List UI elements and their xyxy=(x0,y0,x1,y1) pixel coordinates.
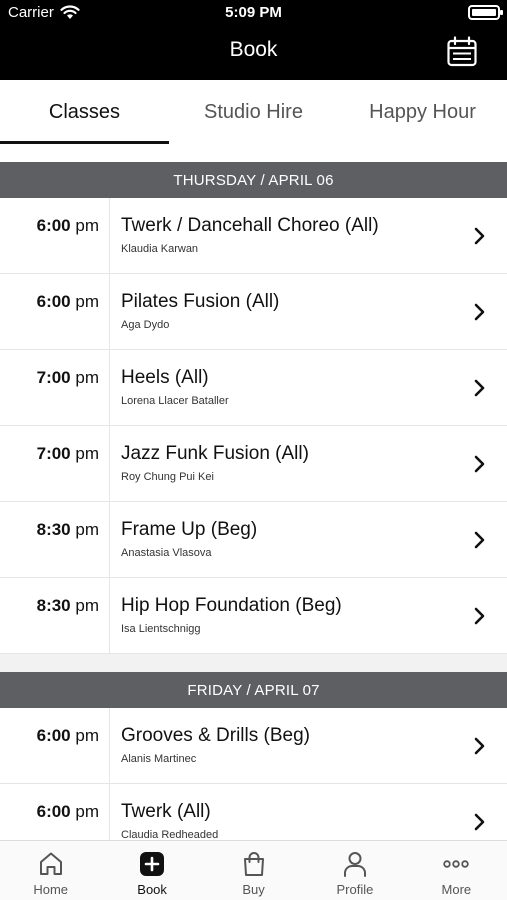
class-info: Frame Up (Beg) Anastasia Vlasova xyxy=(110,502,507,577)
battery-icon xyxy=(468,5,503,20)
chevron-right-icon xyxy=(474,813,485,831)
class-info: Hip Hop Foundation (Beg) Isa Lientschnig… xyxy=(110,578,507,653)
time-value: 7:00 xyxy=(36,444,71,463)
bottom-tab-bar: Home Book Buy Profile More xyxy=(0,840,507,900)
class-time: 6:00 pm xyxy=(0,784,110,840)
calendar-icon[interactable] xyxy=(446,36,478,68)
class-info: Twerk / Dancehall Choreo (All) Klaudia K… xyxy=(110,198,507,273)
time-value: 6:00 xyxy=(36,802,71,821)
class-row[interactable]: 6:00 pm Grooves & Drills (Beg) Alanis Ma… xyxy=(0,708,507,784)
class-time: 7:00 pm xyxy=(0,350,110,425)
time-ampm: pm xyxy=(75,802,99,821)
chevron-right-icon xyxy=(474,303,485,321)
instructor-name: Alanis Martinec xyxy=(121,753,197,765)
time-ampm: pm xyxy=(75,596,99,615)
class-name: Heels (All) xyxy=(121,367,209,388)
tabbar-label: Home xyxy=(33,882,69,897)
time-value: 6:00 xyxy=(36,216,71,235)
status-time: 5:09 PM xyxy=(225,4,282,21)
tabbar-item-buy[interactable]: Buy xyxy=(203,841,304,900)
time-ampm: pm xyxy=(75,216,99,235)
time-value: 6:00 xyxy=(36,292,71,311)
time-ampm: pm xyxy=(75,368,99,387)
time-ampm: pm xyxy=(75,520,99,539)
class-time: 8:30 pm xyxy=(0,502,110,577)
tab-classes[interactable]: Classes xyxy=(0,80,169,144)
class-schedule-list[interactable]: THURSDAY / APRIL 06 6:00 pm Twerk / Danc… xyxy=(0,162,507,840)
chevron-right-icon xyxy=(474,737,485,755)
class-time: 7:00 pm xyxy=(0,426,110,501)
instructor-name: Aga Dydo xyxy=(121,319,170,331)
class-name: Pilates Fusion (All) xyxy=(121,291,280,312)
class-name: Jazz Funk Fusion (All) xyxy=(121,443,309,464)
class-row[interactable]: 6:00 pm Pilates Fusion (All) Aga Dydo xyxy=(0,274,507,350)
class-row[interactable]: 6:00 pm Twerk / Dancehall Choreo (All) K… xyxy=(0,198,507,274)
tab-label: Happy Hour xyxy=(369,100,476,123)
class-info: Heels (All) Lorena Llacer Bataller xyxy=(110,350,507,425)
tabbar-item-profile[interactable]: Profile xyxy=(304,841,405,900)
tabbar-label: More xyxy=(441,882,472,897)
time-ampm: pm xyxy=(75,726,99,745)
instructor-name: Lorena Llacer Bataller xyxy=(121,395,229,407)
book-plus-icon xyxy=(140,852,165,876)
tabbar-item-book[interactable]: Book xyxy=(101,841,202,900)
top-bar: Carrier 5:09 PM Book xyxy=(0,0,507,80)
class-row[interactable]: 6:00 pm Twerk (All) Claudia Redheaded xyxy=(0,784,507,840)
chevron-right-icon xyxy=(474,227,485,245)
instructor-name: Claudia Redheaded xyxy=(121,829,219,840)
instructor-name: Isa Lientschnigg xyxy=(121,623,201,635)
time-ampm: pm xyxy=(75,444,99,463)
time-value: 8:30 xyxy=(36,520,71,539)
class-info: Twerk (All) Claudia Redheaded xyxy=(110,784,507,840)
class-info: Pilates Fusion (All) Aga Dydo xyxy=(110,274,507,349)
tab-studio-hire[interactable]: Studio Hire xyxy=(169,80,338,144)
class-name: Twerk / Dancehall Choreo (All) xyxy=(121,215,379,236)
page-title: Book xyxy=(229,38,278,61)
time-value: 7:00 xyxy=(36,368,71,387)
segment-tabs: Classes Studio Hire Happy Hour xyxy=(0,80,507,144)
class-name: Twerk (All) xyxy=(121,801,211,822)
class-time: 6:00 pm xyxy=(0,198,110,273)
class-row[interactable]: 8:30 pm Frame Up (Beg) Anastasia Vlasova xyxy=(0,502,507,578)
time-ampm: pm xyxy=(75,292,99,311)
tab-label: Studio Hire xyxy=(204,100,303,123)
class-row[interactable]: 7:00 pm Heels (All) Lorena Llacer Batall… xyxy=(0,350,507,426)
person-icon xyxy=(343,852,366,877)
class-info: Jazz Funk Fusion (All) Roy Chung Pui Kei xyxy=(110,426,507,501)
home-icon xyxy=(39,852,62,875)
tab-happy-hour[interactable]: Happy Hour xyxy=(338,80,507,144)
chevron-right-icon xyxy=(474,379,485,397)
chevron-right-icon xyxy=(474,607,485,625)
instructor-name: Roy Chung Pui Kei xyxy=(121,471,214,483)
class-time: 6:00 pm xyxy=(0,708,110,783)
time-value: 8:30 xyxy=(36,596,71,615)
instructor-name: Klaudia Karwan xyxy=(121,243,199,255)
shopping-bag-icon xyxy=(243,852,264,876)
chevron-right-icon xyxy=(474,531,485,549)
instructor-name: Anastasia Vlasova xyxy=(121,547,212,559)
tabbar-label: Buy xyxy=(242,882,265,897)
more-dots-icon xyxy=(443,860,470,868)
class-name: Hip Hop Foundation (Beg) xyxy=(121,595,342,616)
tab-label: Classes xyxy=(48,100,121,123)
class-name: Frame Up (Beg) xyxy=(121,519,258,540)
tabbar-item-home[interactable]: Home xyxy=(0,841,101,900)
tabbar-item-more[interactable]: More xyxy=(406,841,507,900)
class-row[interactable]: 8:30 pm Hip Hop Foundation (Beg) Isa Lie… xyxy=(0,578,507,654)
class-time: 6:00 pm xyxy=(0,274,110,349)
class-time: 8:30 pm xyxy=(0,578,110,653)
class-row[interactable]: 7:00 pm Jazz Funk Fusion (All) Roy Chung… xyxy=(0,426,507,502)
class-info: Grooves & Drills (Beg) Alanis Martinec xyxy=(110,708,507,783)
chevron-right-icon xyxy=(474,455,485,473)
day-separator xyxy=(0,654,507,672)
time-value: 6:00 xyxy=(36,726,71,745)
day-header: FRIDAY / APRIL 07 xyxy=(0,672,507,708)
tabbar-label: Book xyxy=(137,882,167,897)
tabbar-label: Profile xyxy=(336,882,374,897)
class-name: Grooves & Drills (Beg) xyxy=(121,725,310,746)
status-bar: Carrier 5:09 PM xyxy=(0,0,507,26)
day-header: THURSDAY / APRIL 06 xyxy=(0,162,507,198)
